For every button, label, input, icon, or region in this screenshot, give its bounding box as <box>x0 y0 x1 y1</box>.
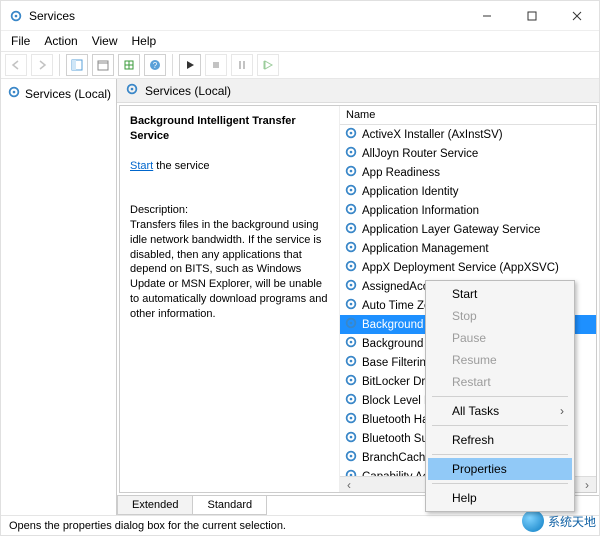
gear-icon <box>344 449 358 466</box>
stop-service-button[interactable] <box>205 54 227 76</box>
ctx-stop[interactable]: Stop <box>428 305 572 327</box>
minimize-button[interactable] <box>464 1 509 31</box>
service-row[interactable]: App Readiness <box>340 163 596 182</box>
context-menu: Start Stop Pause Resume Restart All Task… <box>425 280 575 512</box>
gear-icon <box>344 392 358 409</box>
gear-icon <box>344 468 358 476</box>
restart-service-button[interactable] <box>257 54 279 76</box>
menu-help[interactable]: Help <box>132 34 157 48</box>
close-button[interactable] <box>554 1 599 31</box>
service-name-label: Application Layer Gateway Service <box>362 224 540 236</box>
service-name-label: ActiveX Installer (AxInstSV) <box>362 129 503 141</box>
pane-header-title: Services (Local) <box>145 84 231 98</box>
info-service-name: Background Intelligent Transfer Service <box>130 115 296 142</box>
ctx-pause[interactable]: Pause <box>428 327 572 349</box>
gear-icon <box>344 259 358 276</box>
gear-icon <box>7 85 21 102</box>
status-text: Opens the properties dialog box for the … <box>9 520 286 532</box>
scroll-left-arrow[interactable]: ‹ <box>342 478 356 492</box>
description-text: Transfers files in the background using … <box>130 219 328 320</box>
show-hide-tree-button[interactable] <box>66 54 88 76</box>
service-row[interactable]: Application Information <box>340 201 596 220</box>
ctx-restart[interactable]: Restart <box>428 371 572 393</box>
gear-icon <box>125 82 139 99</box>
tree-root-services[interactable]: Services (Local) <box>1 83 116 104</box>
gear-icon <box>344 430 358 447</box>
service-name-label: AllJoyn Router Service <box>362 148 478 160</box>
service-row[interactable]: Application Identity <box>340 182 596 201</box>
ctx-help[interactable]: Help <box>428 487 572 509</box>
help-toolbar-button[interactable]: ? <box>144 54 166 76</box>
watermark-text: 系统天地 <box>548 513 596 530</box>
window-title: Services <box>29 9 75 23</box>
ctx-start[interactable]: Start <box>428 283 572 305</box>
gear-icon <box>344 373 358 390</box>
gear-icon <box>344 316 358 333</box>
nav-back-button[interactable] <box>5 54 27 76</box>
ctx-separator <box>432 454 568 455</box>
ctx-separator <box>432 396 568 397</box>
service-row[interactable]: AppX Deployment Service (AppXSVC) <box>340 258 596 277</box>
ctx-refresh[interactable]: Refresh <box>428 429 572 451</box>
svg-text:?: ? <box>153 61 158 70</box>
service-info-panel: Background Intelligent Transfer Service … <box>120 106 340 492</box>
service-row[interactable]: AllJoyn Router Service <box>340 144 596 163</box>
maximize-button[interactable] <box>509 1 554 31</box>
service-name-label: Application Information <box>362 205 479 217</box>
watermark: 系统天地 <box>522 510 596 532</box>
ctx-properties[interactable]: Properties <box>428 458 572 480</box>
start-suffix: the service <box>153 160 209 172</box>
gear-icon <box>344 354 358 371</box>
service-name-label: Application Management <box>362 243 489 255</box>
pause-service-button[interactable] <box>231 54 253 76</box>
scroll-right-arrow[interactable]: › <box>580 478 594 492</box>
nav-forward-button[interactable] <box>31 54 53 76</box>
column-header-name[interactable]: Name <box>340 106 596 125</box>
service-name-label: BranchCache <box>362 452 432 464</box>
service-row[interactable]: Application Management <box>340 239 596 258</box>
service-row[interactable]: Application Layer Gateway Service <box>340 220 596 239</box>
menu-file[interactable]: File <box>11 34 30 48</box>
service-row[interactable]: ActiveX Installer (AxInstSV) <box>340 125 596 144</box>
start-service-button[interactable] <box>179 54 201 76</box>
service-name-label: App Readiness <box>362 167 440 179</box>
ctx-separator <box>432 483 568 484</box>
gear-icon <box>344 183 358 200</box>
menu-action[interactable]: Action <box>44 34 77 48</box>
export-list-button[interactable] <box>118 54 140 76</box>
gear-icon <box>344 202 358 219</box>
gear-icon <box>344 240 358 257</box>
service-name-label: AppX Deployment Service (AppXSVC) <box>362 262 559 274</box>
gear-icon <box>344 145 358 162</box>
properties-toolbar-button[interactable] <box>92 54 114 76</box>
ctx-all-tasks[interactable]: All Tasks <box>428 400 572 422</box>
gear-icon <box>344 297 358 314</box>
gear-icon <box>344 335 358 352</box>
console-tree[interactable]: Services (Local) <box>1 79 117 515</box>
gear-icon <box>344 278 358 295</box>
service-name-label: Application Identity <box>362 186 459 198</box>
tab-standard[interactable]: Standard <box>192 496 267 515</box>
gear-icon <box>344 411 358 428</box>
description-label: Description: <box>130 204 188 216</box>
tree-root-label: Services (Local) <box>25 87 111 101</box>
services-app-icon <box>9 9 23 23</box>
tab-extended[interactable]: Extended <box>117 496 193 515</box>
gear-icon <box>344 164 358 181</box>
menu-view[interactable]: View <box>92 34 118 48</box>
globe-icon <box>522 510 544 532</box>
gear-icon <box>344 126 358 143</box>
ctx-separator <box>432 425 568 426</box>
start-service-link[interactable]: Start <box>130 160 153 172</box>
gear-icon <box>344 221 358 238</box>
ctx-resume[interactable]: Resume <box>428 349 572 371</box>
